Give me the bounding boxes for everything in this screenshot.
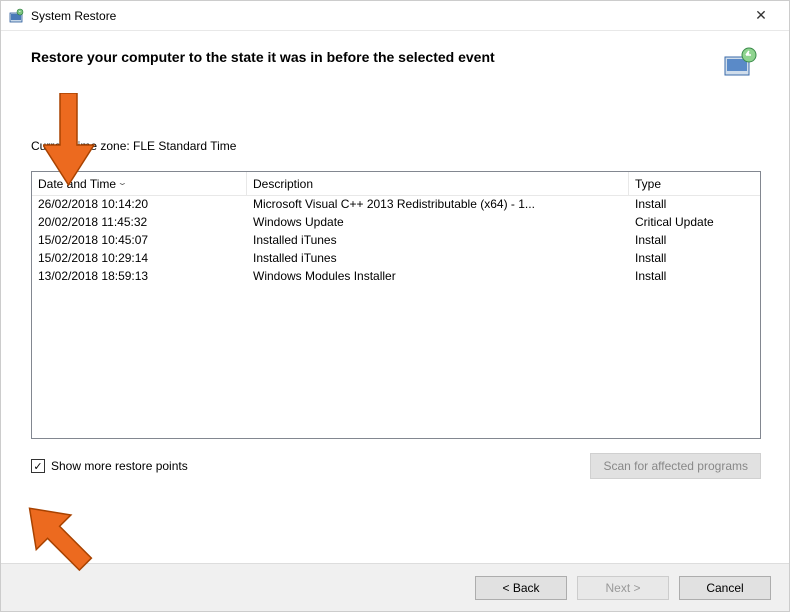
timezone-text: Current time zone: FLE Standard Time <box>31 139 759 153</box>
cell-type: Critical Update <box>629 214 760 232</box>
cell-date: 13/02/2018 18:59:13 <box>32 268 247 286</box>
cell-type: Install <box>629 250 760 268</box>
table-row[interactable]: 20/02/2018 11:45:32Windows UpdateCritica… <box>32 214 760 232</box>
table-row[interactable]: 15/02/2018 10:45:07Installed iTunesInsta… <box>32 232 760 250</box>
cell-date: 26/02/2018 10:14:20 <box>32 196 247 214</box>
cell-type: Install <box>629 232 760 250</box>
restore-points-listview[interactable]: Date and Time ⌄ Description Type 26/02/2… <box>31 171 761 439</box>
cell-desc: Microsoft Visual C++ 2013 Redistributabl… <box>247 196 629 214</box>
column-type-label: Type <box>635 177 661 191</box>
cell-type: Install <box>629 196 760 214</box>
content-area: Restore your computer to the state it wa… <box>1 31 789 479</box>
page-heading: Restore your computer to the state it wa… <box>31 45 723 65</box>
cell-date: 20/02/2018 11:45:32 <box>32 214 247 232</box>
restore-large-icon <box>723 45 759 81</box>
cell-desc: Windows Update <box>247 214 629 232</box>
chevron-down-icon: ⌄ <box>117 178 128 187</box>
table-row[interactable]: 13/02/2018 18:59:13Windows Modules Insta… <box>32 268 760 286</box>
titlebar: System Restore ✕ <box>1 1 789 31</box>
cell-desc: Windows Modules Installer <box>247 268 629 286</box>
checkbox-icon: ✓ <box>31 459 45 473</box>
column-desc-label: Description <box>253 177 313 191</box>
table-row[interactable]: 26/02/2018 10:14:20Microsoft Visual C++ … <box>32 196 760 214</box>
back-button[interactable]: < Back <box>475 576 567 600</box>
cell-date: 15/02/2018 10:29:14 <box>32 250 247 268</box>
restore-icon <box>9 8 25 24</box>
checkbox-label: Show more restore points <box>51 459 188 473</box>
cell-type: Install <box>629 268 760 286</box>
window-title: System Restore <box>31 9 741 23</box>
column-date-label: Date and Time <box>38 177 116 191</box>
cancel-button[interactable]: Cancel <box>679 576 771 600</box>
table-row[interactable]: 15/02/2018 10:29:14Installed iTunesInsta… <box>32 250 760 268</box>
listview-header: Date and Time ⌄ Description Type <box>32 172 760 196</box>
cell-desc: Installed iTunes <box>247 232 629 250</box>
scan-button: Scan for affected programs <box>590 453 761 479</box>
close-button[interactable]: ✕ <box>741 2 781 30</box>
column-description[interactable]: Description <box>247 172 629 195</box>
show-more-checkbox[interactable]: ✓ Show more restore points <box>31 459 188 473</box>
cell-date: 15/02/2018 10:45:07 <box>32 232 247 250</box>
column-type[interactable]: Type <box>629 172 760 195</box>
column-date[interactable]: Date and Time ⌄ <box>32 172 247 195</box>
next-button: Next > <box>577 576 669 600</box>
cell-desc: Installed iTunes <box>247 250 629 268</box>
footer: < Back Next > Cancel <box>1 563 789 611</box>
